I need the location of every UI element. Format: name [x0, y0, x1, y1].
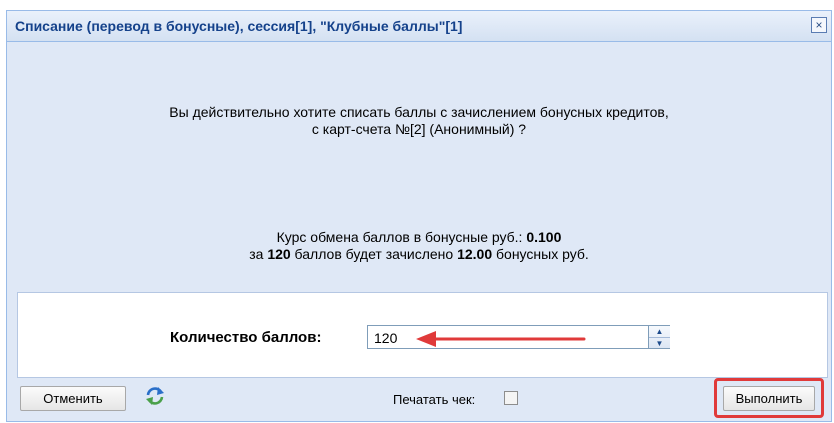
dialog-toolbar: Отменить Печатать чек: Выполнить [7, 378, 831, 422]
confirm-question-line1: Вы действительно хотите списать баллы с … [169, 104, 669, 120]
conversion-suffix: бонусных руб. [492, 246, 589, 262]
print-receipt-label: Печатать чек: [393, 392, 476, 407]
cancel-button[interactable]: Отменить [20, 386, 126, 411]
dialog-titlebar[interactable]: Списание (перевод в бонусные), сессия[1]… [7, 11, 831, 42]
execute-button[interactable]: Выполнить [723, 386, 815, 411]
quantity-stepper[interactable]: ▲ ▼ [648, 326, 670, 348]
stepper-up-icon[interactable]: ▲ [649, 326, 670, 337]
exchange-rate-label: Курс обмена баллов в бонусные руб.: [276, 229, 527, 245]
conversion-line: за 120 баллов будет зачислено 12.00 бону… [7, 246, 831, 263]
conversion-prefix: за [249, 246, 268, 262]
close-icon[interactable]: × [811, 17, 827, 33]
exchange-rate-value: 0.100 [526, 229, 562, 245]
stepper-down-icon[interactable]: ▼ [649, 337, 670, 349]
quantity-panel: Количество баллов: 120 ▲ ▼ [17, 292, 828, 378]
conversion-points: 120 [267, 246, 291, 262]
annotation-arrow-icon [416, 331, 586, 347]
confirm-question-line2: с карт-счета №[2] (Анонимный) ? [311, 121, 527, 137]
dialog-title: Списание (перевод в бонусные), сессия[1]… [15, 18, 463, 34]
exchange-rate-line: Курс обмена баллов в бонусные руб.: 0.10… [7, 229, 831, 246]
quantity-value: 120 [374, 330, 398, 346]
quantity-label: Количество баллов: [170, 329, 322, 346]
points-writeoff-dialog: Списание (перевод в бонусные), сессия[1]… [6, 10, 832, 422]
conversion-middle: баллов будет зачислено [290, 246, 458, 262]
conversion-amount: 12.00 [457, 246, 493, 262]
print-receipt-checkbox[interactable] [504, 391, 518, 405]
refresh-icon[interactable] [144, 384, 166, 408]
